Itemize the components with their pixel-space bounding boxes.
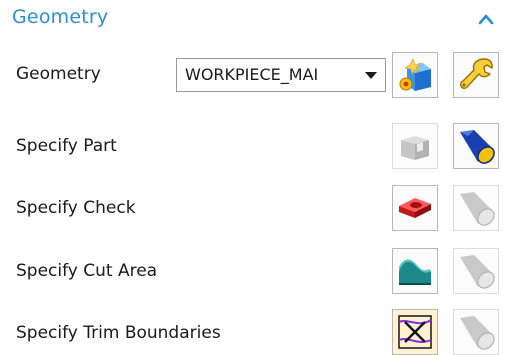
flashlight-icon bbox=[460, 255, 495, 289]
display-trim-boundaries-button[interactable] bbox=[453, 309, 499, 355]
flashlight-icon bbox=[460, 192, 495, 226]
geometry-dropdown-value: WORKPIECE_MAI bbox=[185, 65, 319, 84]
specify-trim-boundaries-label: Specify Trim Boundaries bbox=[16, 323, 221, 343]
part-geometry-icon bbox=[401, 136, 429, 160]
specify-check-button[interactable] bbox=[392, 185, 438, 231]
trim-boundaries-icon bbox=[398, 315, 432, 349]
specify-trim-boundaries-button[interactable] bbox=[392, 309, 438, 355]
specify-check-label: Specify Check bbox=[16, 198, 136, 218]
specify-cut-area-label: Specify Cut Area bbox=[16, 261, 158, 281]
specify-part-label: Specify Part bbox=[16, 136, 117, 156]
check-geometry-icon bbox=[399, 198, 431, 218]
edit-wrench-icon bbox=[459, 58, 493, 89]
geometry-label: Geometry bbox=[16, 64, 101, 84]
chevron-up-icon[interactable] bbox=[477, 12, 495, 26]
specify-cut-area-button[interactable] bbox=[392, 248, 438, 294]
new-geometry-button[interactable] bbox=[392, 52, 438, 98]
display-cut-area-button[interactable] bbox=[453, 248, 499, 294]
new-geometry-icon bbox=[399, 58, 431, 91]
geometry-section-header[interactable]: Geometry bbox=[0, 0, 516, 40]
specify-part-button[interactable] bbox=[392, 123, 438, 169]
geometry-dropdown[interactable]: WORKPIECE_MAI bbox=[176, 58, 386, 92]
display-part-button[interactable] bbox=[453, 123, 499, 169]
edit-geometry-button[interactable] bbox=[453, 52, 499, 98]
chevron-down-icon bbox=[365, 72, 377, 79]
flashlight-icon bbox=[460, 316, 495, 350]
display-check-button[interactable] bbox=[453, 185, 499, 231]
section-title: Geometry bbox=[12, 6, 109, 28]
flashlight-icon bbox=[460, 130, 495, 164]
cut-area-icon bbox=[399, 259, 431, 285]
